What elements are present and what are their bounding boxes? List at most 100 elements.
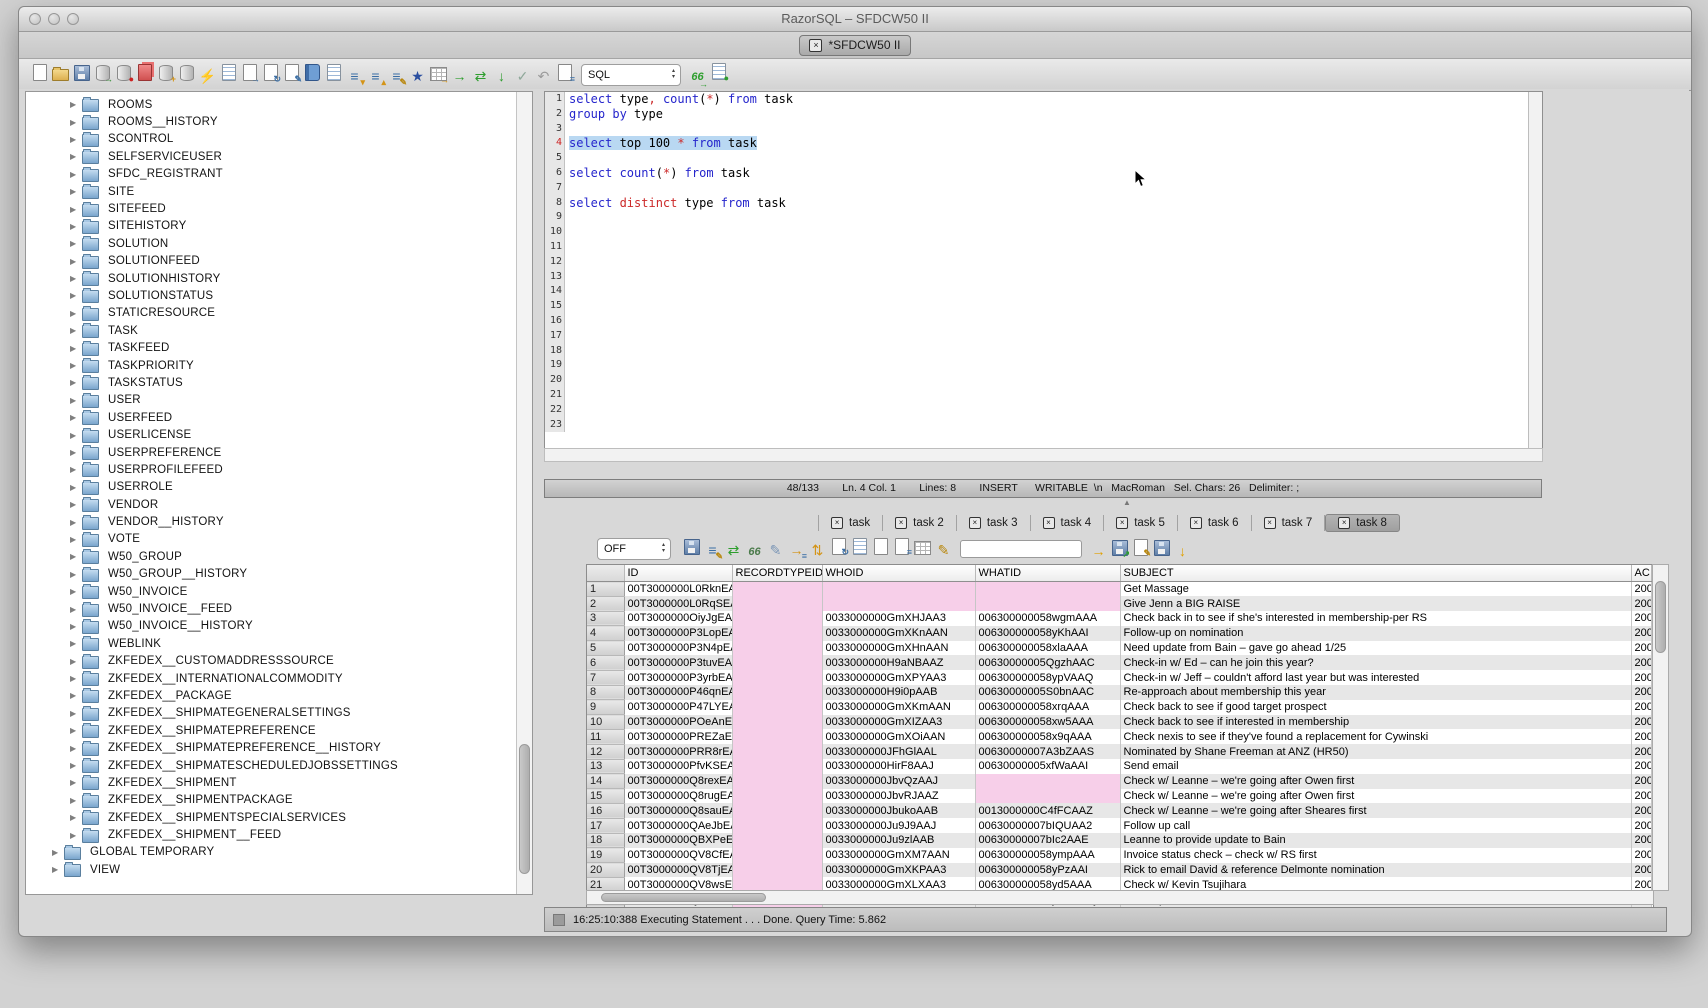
cell[interactable]: 200 — [1631, 803, 1651, 818]
cell[interactable]: 0033000000JbukoAAB — [822, 803, 975, 818]
disclosure-triangle-icon[interactable]: ▶ — [70, 726, 82, 735]
table-row[interactable]: 1000T3000000POeAnEAL0033000000GmXIZAA300… — [587, 715, 1651, 730]
sort-filter-icon[interactable]: ≡✎ — [702, 538, 723, 562]
sort-ascending-icon[interactable]: ≡▴ — [365, 64, 386, 88]
table-row[interactable]: 900T3000000P47LYEAZ0033000000GmXKmAAN006… — [587, 700, 1651, 715]
disclosure-triangle-icon[interactable]: ▶ — [70, 691, 82, 700]
disclosure-triangle-icon[interactable]: ▶ — [70, 639, 82, 648]
table-row[interactable]: 800T3000000P46qnEAB0033000000H9i0pAAB006… — [587, 685, 1651, 700]
save-icon[interactable] — [71, 61, 92, 85]
table-row[interactable]: 1700T3000000QAeJbEAL0033000000Ju9J9AAJ00… — [587, 818, 1651, 833]
editor-line[interactable]: 18 — [545, 344, 1542, 359]
row-number[interactable]: 9 — [587, 700, 624, 715]
editor-line[interactable]: 11 — [545, 240, 1542, 255]
cell[interactable] — [732, 611, 822, 626]
disclosure-triangle-icon[interactable]: ▶ — [70, 326, 82, 335]
cell[interactable]: 200 — [1631, 774, 1651, 789]
cell[interactable] — [975, 789, 1120, 804]
cell[interactable]: 0033000000GmXPYAA3 — [822, 670, 975, 685]
disclosure-triangle-icon[interactable]: ▶ — [70, 500, 82, 509]
editor-vertical-scrollbar[interactable] — [1528, 92, 1542, 448]
tree-item[interactable]: ▶ZKFEDEX__INTERNATIONALCOMMODITY — [26, 670, 532, 687]
tree-item[interactable]: ▶SOLUTIONHISTORY — [26, 270, 532, 287]
save-grid-icon[interactable] — [1151, 536, 1172, 560]
tree-item[interactable]: ▶SELFSERVICEUSER — [26, 148, 532, 165]
disclosure-triangle-icon[interactable]: ▶ — [70, 605, 82, 614]
table-row[interactable]: 200T3000000L0RqSEAVGive Jenn a BIG RAISE… — [587, 596, 1651, 611]
disclosure-triangle-icon[interactable]: ▶ — [70, 813, 82, 822]
table-row[interactable]: 600T3000000P3tuvEAB0033000000H9aNBAAZ006… — [587, 655, 1651, 670]
cell[interactable]: 00T3000000L0RqSEAV — [624, 596, 732, 611]
disclosure-triangle-icon[interactable]: ▶ — [52, 848, 64, 857]
editor-line[interactable]: 8select distinct type from task — [545, 196, 1542, 211]
tree-item[interactable]: ▶SCONTROL — [26, 131, 532, 148]
result-tab[interactable]: ×task 3 — [957, 515, 1031, 531]
move-columns-icon[interactable]: ⇅ — [807, 538, 828, 562]
close-tab-icon[interactable]: × — [969, 517, 981, 529]
column-header[interactable]: RECORDTYPEID — [732, 565, 822, 582]
cell[interactable]: Rick to email David & reference Delmonte… — [1120, 863, 1631, 878]
disclosure-triangle-icon[interactable]: ▶ — [70, 187, 82, 196]
tree-item[interactable]: ▶ZKFEDEX__SHIPMENT — [26, 774, 532, 791]
editor-line[interactable]: 6select count(*) from task — [545, 166, 1542, 181]
row-number[interactable]: 4 — [587, 626, 624, 641]
tree-item[interactable]: ▶USERFEED — [26, 409, 532, 426]
zoom-window-button[interactable] — [67, 13, 79, 25]
disclosure-triangle-icon[interactable]: ▶ — [70, 100, 82, 109]
cell[interactable] — [732, 803, 822, 818]
column-header[interactable]: AC — [1631, 565, 1651, 582]
close-tab-icon[interactable]: × — [831, 517, 843, 529]
cell[interactable]: 200 — [1631, 611, 1651, 626]
tree-item[interactable]: ▶TASK — [26, 322, 532, 339]
close-tab-icon[interactable]: × — [895, 517, 907, 529]
cell[interactable]: 0033000000GmXM7AAN — [822, 848, 975, 863]
fetch-more-icon[interactable]: ↓ — [1172, 539, 1193, 563]
disclosure-triangle-icon[interactable]: ▶ — [70, 378, 82, 387]
tree-item[interactable]: ▶VENDOR__HISTORY — [26, 513, 532, 530]
cell[interactable] — [975, 596, 1120, 611]
column-header[interactable]: WHATID — [975, 565, 1120, 582]
row-number[interactable]: 12 — [587, 744, 624, 759]
cell[interactable]: 0033000000GmXOiAAN — [822, 729, 975, 744]
tree-item[interactable]: ▶ZKFEDEX__SHIPMATEPREFERENCE — [26, 722, 532, 739]
cell[interactable]: 200 — [1631, 744, 1651, 759]
cell[interactable]: 00T3000000P46qnEAB — [624, 685, 732, 700]
cell[interactable]: Check w/ Leanne – we're going after Owen… — [1120, 774, 1631, 789]
refresh-document-icon[interactable]: ↻ — [260, 61, 281, 85]
cell[interactable]: 200 — [1631, 818, 1651, 833]
disclosure-triangle-icon[interactable]: ▶ — [70, 448, 82, 457]
cell[interactable]: Check w/ Leanne – we're going after Owen… — [1120, 789, 1631, 804]
tree-item[interactable]: ▶W50_GROUP__HISTORY — [26, 566, 532, 583]
minimize-window-button[interactable] — [48, 13, 60, 25]
row-count-list-icon[interactable]: ● — [708, 60, 729, 84]
tree-item[interactable]: ▶VOTE — [26, 531, 532, 548]
cell[interactable] — [732, 744, 822, 759]
tree-item[interactable]: ▶ZKFEDEX__CUSTOMADDRESSSOURCE — [26, 653, 532, 670]
disclosure-triangle-icon[interactable]: ▶ — [70, 344, 82, 353]
cell[interactable]: 200 — [1631, 582, 1651, 597]
editor-line[interactable]: 14 — [545, 284, 1542, 299]
cell[interactable]: 00T3000000QV8CfEAL — [624, 848, 732, 863]
cell[interactable]: 0033000000GmXKmAAN — [822, 700, 975, 715]
tree-item[interactable]: ▶W50_INVOICE__HISTORY — [26, 618, 532, 635]
table-row[interactable]: 1300T3000000PfvKSEAZ0033000000HirF8AAJ00… — [587, 759, 1651, 774]
disclosure-triangle-icon[interactable]: ▶ — [70, 744, 82, 753]
cell[interactable]: 200 — [1631, 715, 1651, 730]
close-tab-icon[interactable]: × — [1043, 517, 1055, 529]
table-row[interactable]: 1800T3000000QBXPeEAP0033000000Ju9zlAAB00… — [587, 833, 1651, 848]
disclosure-triangle-icon[interactable]: ▶ — [70, 135, 82, 144]
tree-item[interactable]: ▶SFDC_REGISTRANT — [26, 166, 532, 183]
cell[interactable]: Check back to see if good target prospec… — [1120, 700, 1631, 715]
tree-item[interactable]: ▶USERPROFILEFEED — [26, 461, 532, 478]
find-next-icon[interactable]: → — [1088, 539, 1109, 563]
cell[interactable]: Re-approach about membership this year — [1120, 685, 1631, 700]
goto-line-66-icon[interactable]: 66→ — [687, 66, 708, 90]
close-document-icon[interactable]: × — [809, 39, 822, 52]
cell[interactable]: 00T3000000Q8rugEAB — [624, 789, 732, 804]
tree-item[interactable]: ▶TASKPRIORITY — [26, 357, 532, 374]
disclosure-triangle-icon[interactable]: ▶ — [70, 413, 82, 422]
row-number[interactable]: 8 — [587, 685, 624, 700]
disclosure-triangle-icon[interactable]: ▶ — [70, 170, 82, 179]
cell[interactable]: 0033000000HirF8AAJ — [822, 759, 975, 774]
cell[interactable] — [975, 774, 1120, 789]
